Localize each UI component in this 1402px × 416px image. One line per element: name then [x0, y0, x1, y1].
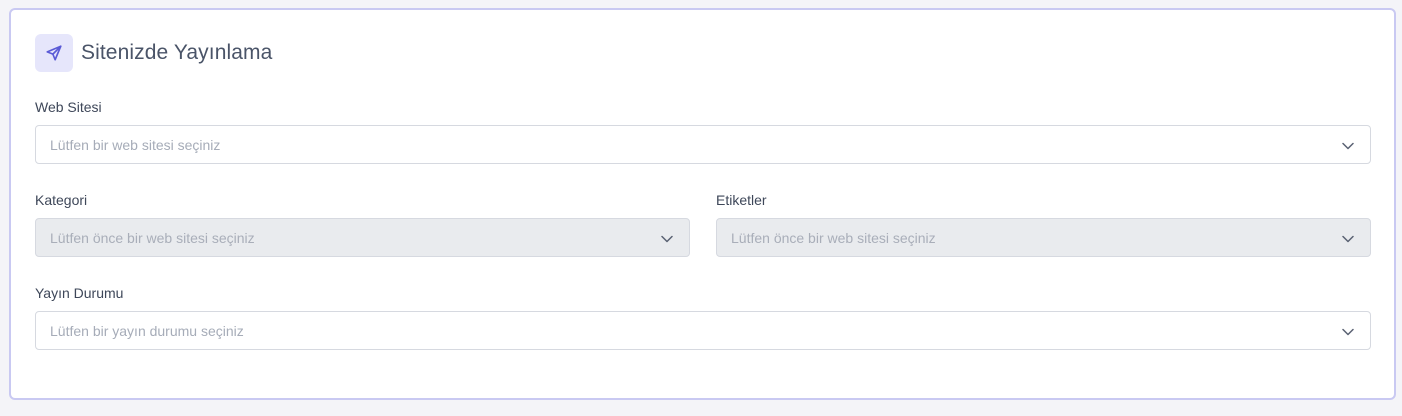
card-title: Sitenizde Yayınlama: [81, 41, 273, 64]
category-select[interactable]: Lütfen önce bir web sitesi seçiniz: [35, 218, 690, 257]
category-label: Kategori: [35, 192, 88, 208]
chevron-down-icon: [661, 235, 673, 243]
tags-select-placeholder: Lütfen önce bir web sitesi seçiniz: [731, 229, 936, 246]
status-label: Yayın Durumu: [35, 285, 124, 301]
category-select-placeholder: Lütfen önce bir web sitesi seçiniz: [50, 229, 255, 246]
paper-plane-icon: [35, 34, 73, 72]
website-label: Web Sitesi: [35, 99, 102, 115]
status-select[interactable]: Lütfen bir yayın durumu seçiniz: [35, 311, 1371, 350]
chevron-down-icon: [1342, 328, 1354, 336]
chevron-down-icon: [1342, 235, 1354, 243]
website-select-placeholder: Lütfen bir web sitesi seçiniz: [50, 136, 221, 153]
tags-select[interactable]: Lütfen önce bir web sitesi seçiniz: [716, 218, 1371, 257]
website-select[interactable]: Lütfen bir web sitesi seçiniz: [35, 125, 1371, 164]
card-header: Sitenizde Yayınlama: [35, 34, 272, 72]
publish-card: Sitenizde Yayınlama Web Sitesi Lütfen bi…: [9, 8, 1396, 400]
tags-label: Etiketler: [716, 192, 767, 208]
chevron-down-icon: [1342, 142, 1354, 150]
status-select-placeholder: Lütfen bir yayın durumu seçiniz: [50, 322, 244, 339]
